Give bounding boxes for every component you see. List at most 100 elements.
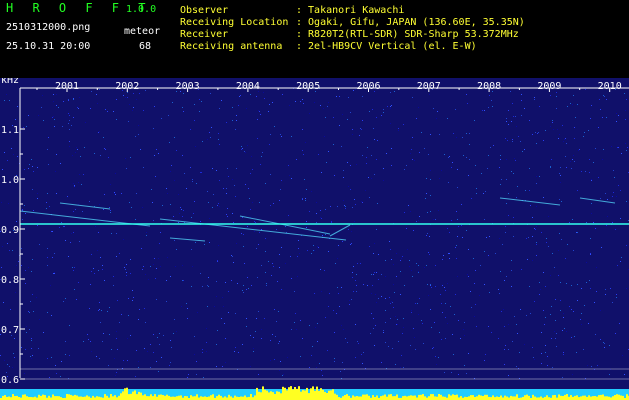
signal-bar bbox=[330, 390, 332, 400]
capture-datetime: 25.10.31 20:00 bbox=[6, 41, 91, 52]
signal-bar bbox=[14, 396, 16, 400]
signal-bar bbox=[266, 390, 268, 400]
info-key-location: Receiving Location bbox=[180, 17, 289, 28]
signal-bar bbox=[358, 396, 360, 400]
signal-bar bbox=[306, 387, 308, 400]
signal-bar bbox=[316, 386, 318, 400]
signal-bar bbox=[420, 394, 422, 400]
signal-bar bbox=[384, 394, 386, 400]
header-panel: H R O F F T 1.0.0 2510312000.png meteor … bbox=[0, 0, 629, 78]
signal-bar bbox=[290, 386, 292, 400]
signal-bar bbox=[492, 395, 494, 400]
signal-bar bbox=[432, 394, 434, 400]
signal-bar bbox=[216, 396, 218, 400]
signal-bar bbox=[440, 394, 442, 400]
info-key-receiver: Receiver bbox=[180, 29, 229, 40]
signal-bar bbox=[600, 394, 602, 400]
signal-bar bbox=[80, 396, 82, 400]
signal-bar bbox=[576, 395, 578, 400]
signal-bar bbox=[68, 394, 70, 400]
signal-bar bbox=[612, 396, 614, 400]
signal-bar bbox=[310, 388, 312, 400]
signal-bar bbox=[354, 396, 356, 400]
signal-bar bbox=[428, 396, 430, 400]
signal-bar bbox=[510, 395, 512, 400]
y-tick-label: 1.0 bbox=[1, 175, 19, 186]
signal-bar bbox=[526, 394, 528, 400]
signal-bar bbox=[234, 395, 236, 400]
signal-bar bbox=[598, 395, 600, 400]
signal-bar bbox=[324, 391, 326, 400]
signal-bar bbox=[112, 396, 114, 400]
signal-bar bbox=[348, 395, 350, 400]
signal-bar bbox=[134, 390, 136, 400]
signal-bar bbox=[286, 390, 288, 400]
signal-bar bbox=[176, 396, 178, 400]
signal-bar bbox=[336, 394, 338, 400]
signal-bar bbox=[96, 396, 98, 400]
signal-bar bbox=[78, 396, 80, 400]
signal-bar bbox=[144, 394, 146, 400]
signal-bar bbox=[54, 396, 56, 400]
signal-bar bbox=[146, 396, 148, 400]
signal-bar bbox=[250, 394, 252, 400]
signal-bar bbox=[240, 396, 242, 400]
signal-bar bbox=[160, 394, 162, 400]
signal-bar bbox=[528, 395, 530, 400]
signal-bar bbox=[512, 396, 514, 400]
signal-bar bbox=[114, 395, 116, 400]
signal-bar bbox=[138, 391, 140, 400]
info-key-observer: Observer bbox=[180, 5, 229, 16]
signal-bar bbox=[506, 396, 508, 400]
signal-bar bbox=[164, 395, 166, 400]
signal-bar bbox=[210, 395, 212, 400]
signal-bar bbox=[218, 394, 220, 400]
signal-bar bbox=[300, 391, 302, 400]
signal-bar bbox=[196, 394, 198, 400]
signal-bar bbox=[560, 395, 562, 400]
signal-bar bbox=[258, 391, 260, 400]
signal-bar bbox=[534, 396, 536, 400]
signal-bar bbox=[152, 396, 154, 400]
signal-bar bbox=[178, 395, 180, 400]
signal-bar bbox=[132, 391, 134, 400]
signal-bar bbox=[260, 392, 262, 400]
signal-bar bbox=[194, 396, 196, 400]
signal-bar bbox=[372, 395, 374, 400]
signal-bar bbox=[592, 396, 594, 400]
signal-bar bbox=[276, 391, 278, 400]
signal-bar bbox=[292, 389, 294, 400]
signal-bar bbox=[468, 396, 470, 400]
signal-bar bbox=[618, 394, 620, 400]
signal-bar bbox=[412, 395, 414, 400]
info-value-antenna: : 2el-HB9CV Vertical (el. E-W) bbox=[296, 41, 477, 52]
signal-bar bbox=[8, 396, 10, 400]
signal-bar bbox=[294, 387, 296, 400]
signal-bar bbox=[130, 393, 132, 400]
signal-bar bbox=[404, 395, 406, 400]
signal-bar bbox=[430, 394, 432, 400]
signal-bar bbox=[278, 391, 280, 400]
signal-bar bbox=[262, 386, 264, 400]
signal-bar bbox=[480, 395, 482, 400]
signal-bar bbox=[192, 396, 194, 400]
signal-bar bbox=[84, 396, 86, 400]
image-filename: 2510312000.png bbox=[6, 22, 91, 33]
signal-bar bbox=[220, 395, 222, 400]
signal-bar bbox=[342, 396, 344, 400]
signal-bar bbox=[626, 394, 628, 400]
signal-bar bbox=[284, 387, 286, 400]
signal-bar bbox=[76, 395, 78, 400]
signal-bar bbox=[268, 392, 270, 400]
signal-bar bbox=[574, 395, 576, 400]
signal-bar bbox=[298, 386, 300, 400]
y-tick-label: 0.6 bbox=[1, 375, 19, 386]
signal-bar bbox=[272, 392, 274, 400]
signal-bar bbox=[434, 396, 436, 400]
signal-bar bbox=[334, 393, 336, 400]
signal-bar bbox=[148, 396, 150, 400]
signal-bar bbox=[456, 394, 458, 400]
signal-bar bbox=[452, 394, 454, 400]
signal-bar bbox=[380, 396, 382, 400]
signal-bar bbox=[570, 395, 572, 400]
